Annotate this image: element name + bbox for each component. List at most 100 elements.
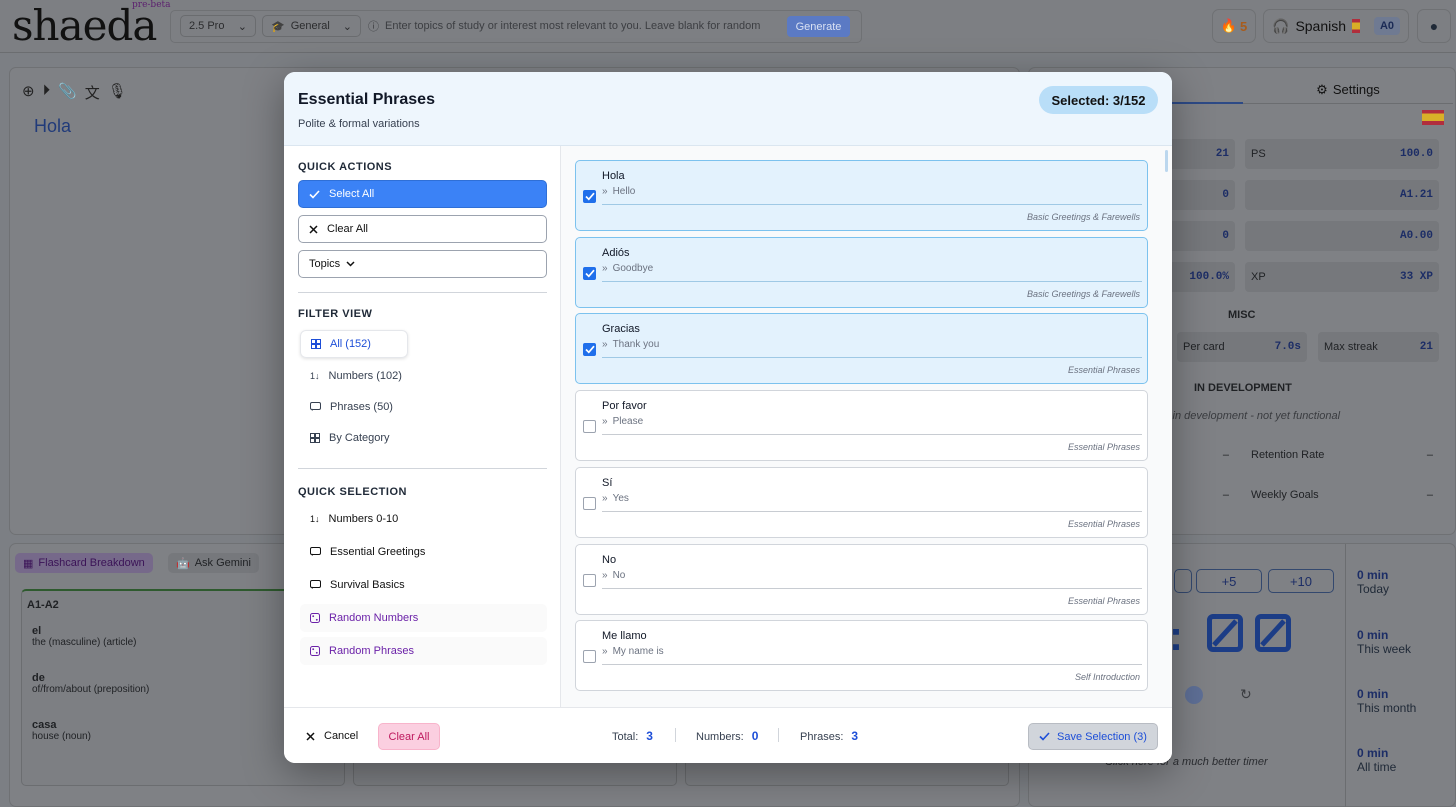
translation: » Please xyxy=(602,416,644,428)
checkbox[interactable] xyxy=(583,650,596,664)
in-development-note: s in development - not yet functional xyxy=(1164,410,1341,422)
divider xyxy=(602,587,1142,589)
add-10-button[interactable]: +10 xyxy=(1268,569,1334,593)
robot-icon: 🤖 xyxy=(176,557,190,570)
help-icon: ⓘ xyxy=(368,21,379,33)
table-icon: ▦ xyxy=(23,557,34,570)
timer-button[interactable] xyxy=(1174,569,1192,593)
list-item[interactable]: Hola » Hello Basic Greetings & Farewells xyxy=(575,160,1148,231)
mode-select[interactable]: 🎓 General ⌄ xyxy=(262,15,361,37)
user-menu-button[interactable]: ● xyxy=(1417,9,1451,43)
numbers-stat: Numbers: 0 xyxy=(696,729,759,743)
play-icon[interactable] xyxy=(1185,686,1203,704)
add-icon[interactable]: ⊕ xyxy=(22,82,35,103)
word-entry[interactable]: el the (masculine) (article) xyxy=(32,625,136,648)
topics-dropdown[interactable]: Topics xyxy=(298,250,547,278)
gear-icon: ⚙ xyxy=(1316,81,1328,97)
footer-clear-all-button[interactable]: Clear All xyxy=(378,723,440,750)
topic-input[interactable]: ⓘ Enter topics of study or interest most… xyxy=(368,15,784,37)
total-stat: Total: 3 xyxy=(612,729,653,743)
quick-select-greetings[interactable]: Essential Greetings xyxy=(300,538,547,566)
category-label: Essential Phrases xyxy=(1067,595,1140,606)
checkbox[interactable] xyxy=(583,573,596,587)
translate-icon[interactable]: 文 xyxy=(85,82,100,103)
list-item[interactable]: Me llamo » My name is Self Introduction xyxy=(575,620,1148,692)
list-item[interactable]: Por favor » Please Essential Phrases xyxy=(575,390,1148,462)
save-selection-button[interactable]: Save Selection (3) xyxy=(1028,723,1158,750)
divider xyxy=(675,728,676,742)
sort-numeric-icon: 1↓ xyxy=(310,514,320,524)
message-icon xyxy=(310,402,321,412)
list-item[interactable]: No » No Essential Phrases xyxy=(575,543,1148,615)
phrase-selection-modal: Essential Phrases Polite & formal variat… xyxy=(284,72,1172,763)
checkbox[interactable] xyxy=(583,266,596,280)
divider xyxy=(298,292,547,293)
list-item[interactable]: Gracias » Thank you Essential Phrases xyxy=(575,313,1148,385)
language-label: Spanish xyxy=(1295,18,1347,34)
tab-flashcard-breakdown[interactable]: ▦ Flashcard Breakdown xyxy=(15,553,153,573)
close-icon xyxy=(309,224,318,234)
checkbox[interactable] xyxy=(583,343,596,357)
headphones-icon: 🎧 xyxy=(1272,17,1290,34)
per-card-stat: Per card 7.0s xyxy=(1177,332,1307,362)
filter-view-heading: FILTER VIEW xyxy=(298,308,373,320)
list-item[interactable]: Sí » Yes Essential Phrases xyxy=(575,466,1148,538)
clear-all-button[interactable]: Clear All xyxy=(298,215,547,243)
attach-icon[interactable]: 📎 xyxy=(58,82,77,103)
checkbox[interactable] xyxy=(583,420,596,434)
grid-icon xyxy=(311,339,321,349)
filter-all[interactable]: All (152) xyxy=(300,330,408,358)
tab-settings[interactable]: ⚙ Settings xyxy=(1243,76,1453,104)
quick-select-numbers[interactable]: 1↓ Numbers 0-10 xyxy=(300,505,547,533)
in-development-heading: IN DEVELOPMENT xyxy=(1194,382,1292,394)
model-label: 2.5 Pro xyxy=(189,20,225,32)
tab-ask-gemini[interactable]: 🤖 Ask Gemini xyxy=(168,553,259,573)
phrase-list[interactable]: Hola» Hello Basic Greetings & Farewells Adi… xyxy=(561,146,1172,707)
quick-actions-heading: QUICK ACTIONS xyxy=(298,161,393,173)
double-chevron-right-icon: » xyxy=(602,262,608,274)
list-item[interactable]: Adiós » Goodbye Basic Greetings & Farewells xyxy=(575,236,1148,308)
microphone-icon[interactable]: 🎙 xyxy=(108,82,127,103)
level-group-title: A1-A2 xyxy=(27,599,59,611)
double-chevron-right-icon: » xyxy=(602,339,608,351)
checkbox[interactable] xyxy=(583,190,596,203)
random-phrases-button[interactable]: Random Phrases xyxy=(300,637,547,665)
graduation-cap-icon: 🎓 xyxy=(271,20,285,33)
reset-icon[interactable]: ↻ xyxy=(1240,686,1252,703)
phrase-text: Adiós xyxy=(602,246,630,259)
scrollbar[interactable] xyxy=(1165,150,1168,172)
double-chevron-right-icon: » xyxy=(602,416,608,428)
word-entry[interactable]: casa house (noun) xyxy=(32,719,91,742)
divider xyxy=(602,280,1142,282)
divider xyxy=(778,728,779,742)
translation: » No xyxy=(602,569,626,581)
language-select[interactable]: 🎧 Spanish A0 xyxy=(1263,9,1409,43)
phrase-text: Hola xyxy=(602,170,625,182)
streak-badge[interactable]: 🔥 5 xyxy=(1212,9,1256,43)
checkbox[interactable] xyxy=(583,496,596,510)
random-numbers-button[interactable]: Random Numbers xyxy=(300,604,547,632)
filter-by-category[interactable]: By Category xyxy=(300,424,400,452)
generate-button[interactable]: Generate xyxy=(787,16,850,37)
translation: » Hello xyxy=(602,186,636,197)
word-entry[interactable]: de of/from/about (preposition) xyxy=(32,672,149,695)
timer-digit xyxy=(1255,614,1291,652)
double-chevron-right-icon: » xyxy=(602,569,608,581)
model-select[interactable]: 2.5 Pro ⌄ xyxy=(180,15,256,37)
time-stat: 0 min This week xyxy=(1357,628,1412,656)
select-all-button[interactable]: Select All xyxy=(298,180,547,208)
double-chevron-right-icon: » xyxy=(602,646,608,658)
spain-flag-icon xyxy=(1422,110,1444,125)
time-stat: 0 min All time xyxy=(1357,746,1397,774)
filter-phrases[interactable]: Phrases (50) xyxy=(300,393,403,421)
modal-sidebar: QUICK ACTIONS Select All Clear All Topic… xyxy=(284,146,561,707)
chevron-down-icon: ⌄ xyxy=(237,20,247,33)
add-5-button[interactable]: +5 xyxy=(1196,569,1262,593)
cancel-button[interactable]: Cancel xyxy=(306,724,358,748)
chevron-down-icon xyxy=(346,261,355,267)
user-icon: ● xyxy=(1429,18,1439,34)
translation: » My name is xyxy=(602,646,664,658)
play-icon[interactable]: ⏵ xyxy=(43,82,51,103)
quick-select-survival[interactable]: Survival Basics xyxy=(300,571,547,599)
filter-numbers[interactable]: 1↓ Numbers (102) xyxy=(300,362,412,390)
